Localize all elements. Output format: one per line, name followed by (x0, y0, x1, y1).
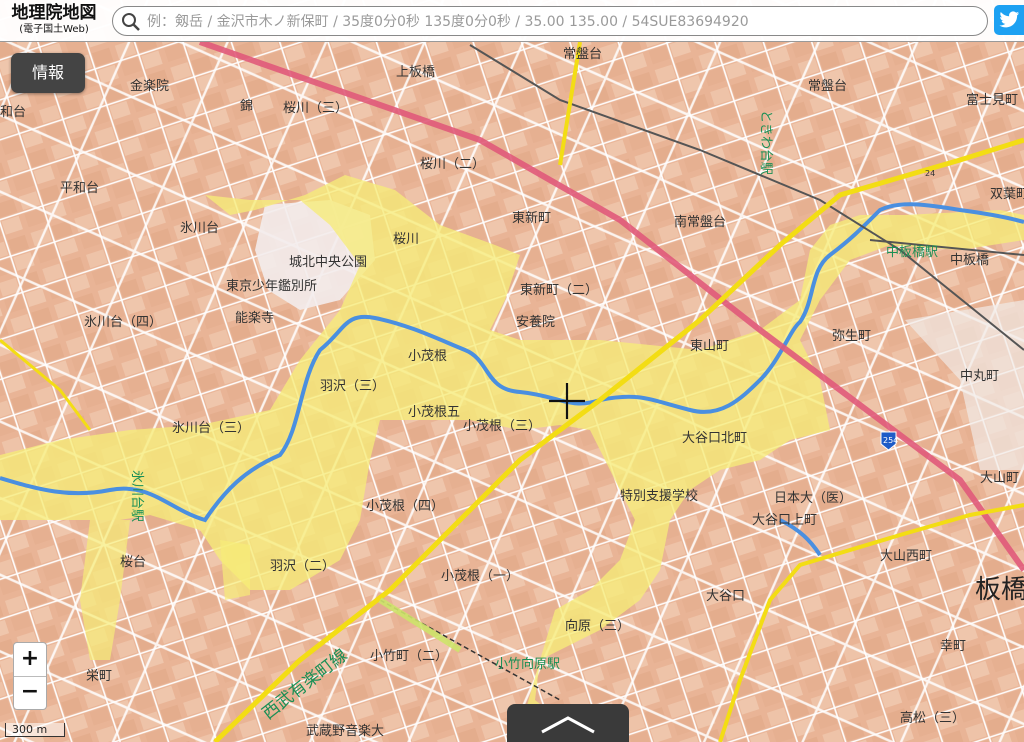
map-label: 武蔵野音楽大 (306, 723, 384, 739)
map-label: 小茂根五 (408, 405, 460, 420)
map-label: 桜川（二） (420, 157, 485, 172)
map-label: 氷川台 (180, 221, 219, 236)
zoom-in-button[interactable]: + (14, 643, 46, 677)
map-label: 大谷口 (706, 589, 745, 604)
flood-zone (220, 540, 250, 600)
map-label: 大谷口上町 (752, 513, 817, 528)
map-label: 大谷口北町 (682, 431, 747, 446)
route-number: 24 (925, 169, 935, 178)
map-label: 高松（三） (900, 710, 965, 726)
top-bar: 地理院地図 (電子国土Web) (0, 0, 1024, 42)
map-label: 金楽院 (130, 78, 169, 94)
map-label: 桜川 (393, 232, 419, 247)
map-label: 氷川台（三） (172, 421, 250, 436)
map-label: 中板橋 (950, 253, 989, 268)
chevron-up-icon (541, 716, 595, 734)
route-number: 254 (883, 436, 898, 445)
app-logo[interactable]: 地理院地図 (電子国土Web) (0, 0, 108, 42)
map-label: 平和台 (60, 181, 99, 196)
zoom-out-button[interactable]: − (14, 676, 46, 709)
map-label: 小竹町（二） (370, 649, 448, 664)
search-icon (122, 13, 140, 31)
map-label: 常盤台 (808, 79, 847, 94)
map-label: 錦 (240, 98, 253, 114)
map-label: 安養院 (516, 314, 555, 330)
app-subtitle: (電子国土Web) (19, 24, 89, 35)
map-label: 中丸町 (960, 369, 999, 384)
map-label: 弥生町 (832, 328, 871, 344)
ward-label: 板橋 (975, 575, 1024, 605)
station-label: 中板橋駅 (886, 245, 938, 260)
map-label: 桜台 (120, 555, 146, 570)
map-label: 和台 (0, 105, 26, 120)
map-label: 東新町（二） (520, 282, 598, 298)
info-button[interactable]: 情報 (11, 53, 85, 93)
map-label: 小茂根（一） (441, 569, 519, 584)
scale-bar: 300 m (5, 723, 65, 737)
map-label: 日本大（医） (774, 491, 852, 506)
station-label: 氷川台駅 (129, 470, 144, 522)
map-label: 大山西町 (880, 549, 932, 564)
map-label: 栄町 (86, 669, 112, 684)
zoom-control: + − (13, 642, 47, 710)
map-label: 城北中央公園 (289, 255, 367, 270)
app-title: 地理院地図 (11, 3, 97, 23)
map-label: 羽沢（三） (320, 379, 385, 394)
map-label: 東山町 (690, 338, 729, 354)
map-label: 南常盤台 (674, 214, 726, 230)
map-label: 双葉町 (990, 187, 1024, 202)
map-label: 小茂根（三） (463, 419, 541, 434)
map-label: 向原（三） (565, 618, 630, 634)
search-box (112, 6, 988, 36)
station-label: 小竹向原駅 (495, 656, 560, 672)
map-label: 大山町 (980, 471, 1019, 486)
search-input[interactable] (145, 10, 979, 34)
map-label: 東京少年鑑別所 (226, 278, 317, 294)
map-label: 能楽寺 (235, 310, 274, 326)
twitter-bird-icon (999, 11, 1020, 28)
bottom-panel-toggle[interactable] (507, 704, 629, 742)
map-label: 桜川（三） (283, 101, 348, 116)
map-label: 幸町 (940, 639, 966, 654)
map-label: 小茂根 (408, 349, 447, 364)
map-label: 常盤台 (563, 47, 602, 62)
map-label: 小茂根（四） (366, 499, 444, 514)
twitter-share-button[interactable] (994, 5, 1024, 35)
map-label: 富士見町 (966, 92, 1018, 108)
map-label: 上板橋 (396, 65, 435, 80)
map-label: 特別支援学校 (620, 488, 698, 504)
map-label: 氷川台（四） (84, 315, 162, 330)
station-label: ときわ台駅 (758, 110, 773, 175)
map-label: 羽沢（二） (270, 559, 335, 574)
map-label: 東新町 (512, 210, 551, 226)
map-canvas[interactable]: 城北中央公園 東京少年鑑別所 安養院 東新町 東新町（二） 南常盤台 常盤台 上… (0, 0, 1024, 742)
